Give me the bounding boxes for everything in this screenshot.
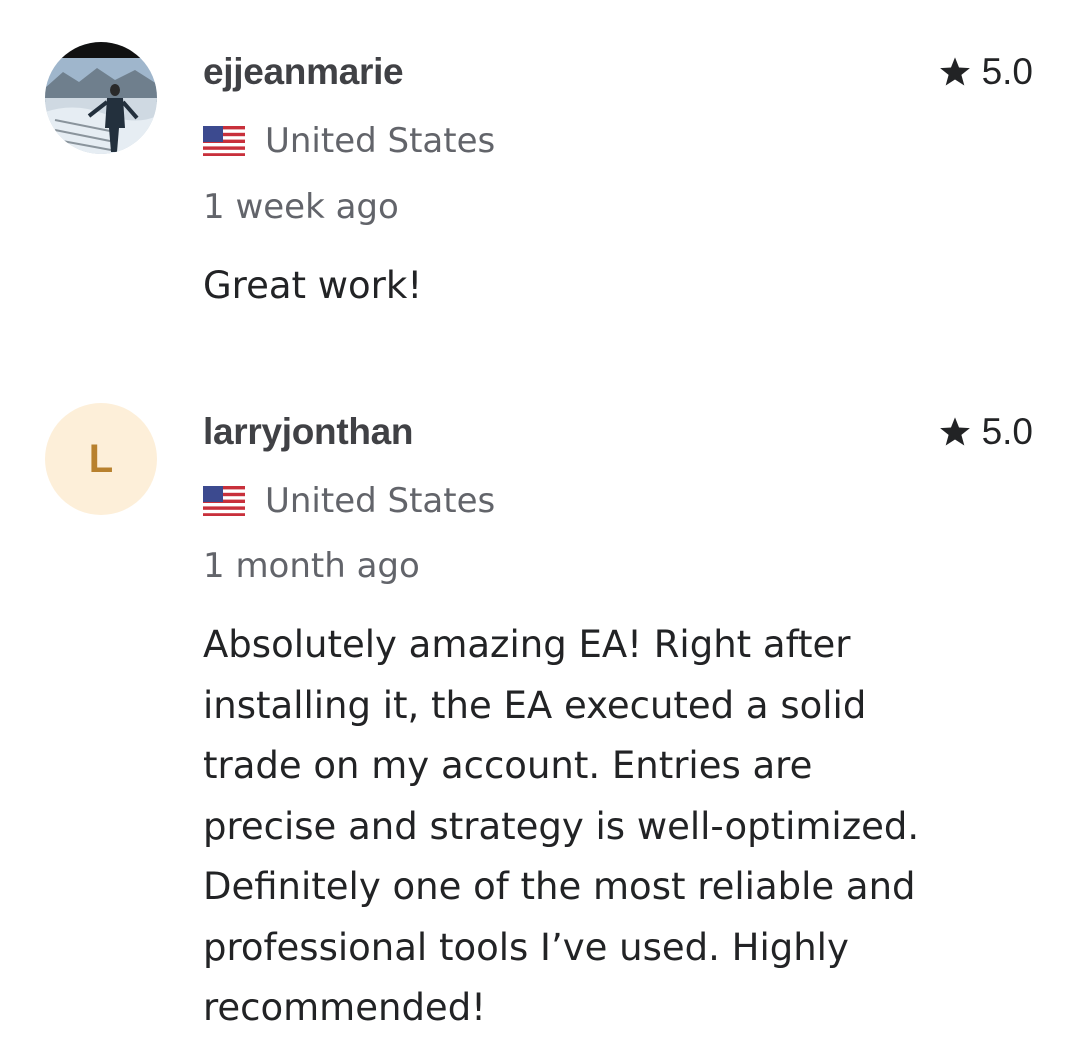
review-text: Absolutely amazing EA! Right after insta… bbox=[203, 615, 1003, 1039]
rating: 5.0 bbox=[938, 50, 1033, 94]
star-icon bbox=[939, 57, 970, 86]
review-text-line: recommended! bbox=[203, 986, 487, 1029]
avatar[interactable]: L bbox=[45, 403, 157, 515]
avatar-initial: L bbox=[88, 436, 114, 481]
rating-value: 5.0 bbox=[981, 411, 1033, 452]
username[interactable]: larryjonthan bbox=[203, 410, 414, 454]
country-name: United States bbox=[265, 121, 496, 161]
country: United States bbox=[203, 120, 495, 162]
rating-value: 5.0 bbox=[981, 51, 1033, 92]
review-text-line: Absolutely amazing EA! Right after bbox=[203, 623, 851, 666]
avatar[interactable] bbox=[45, 42, 157, 154]
rating: 5.0 bbox=[938, 410, 1033, 454]
review-text-line: trade on my account. Entries are bbox=[203, 744, 813, 787]
us-flag-icon bbox=[203, 486, 245, 516]
country-name: United States bbox=[265, 481, 496, 521]
country: United States bbox=[203, 480, 495, 522]
review-text-line: precise and strategy is well-optimized. bbox=[203, 804, 920, 848]
review-time: 1 week ago bbox=[203, 187, 399, 227]
review-text-line: professional tools I’ve used. Highly bbox=[203, 925, 849, 969]
us-flag-icon bbox=[203, 126, 245, 156]
review-text-line: installing it, the EA executed a solid bbox=[203, 683, 867, 727]
review-time: 1 month ago bbox=[203, 546, 420, 586]
star-icon bbox=[939, 417, 970, 446]
username[interactable]: ejjeanmarie bbox=[203, 50, 404, 94]
user-photo-icon bbox=[45, 42, 157, 154]
review-text: Great work! bbox=[203, 264, 423, 307]
review-text-line: Definitely one of the most reliable and bbox=[203, 865, 916, 908]
